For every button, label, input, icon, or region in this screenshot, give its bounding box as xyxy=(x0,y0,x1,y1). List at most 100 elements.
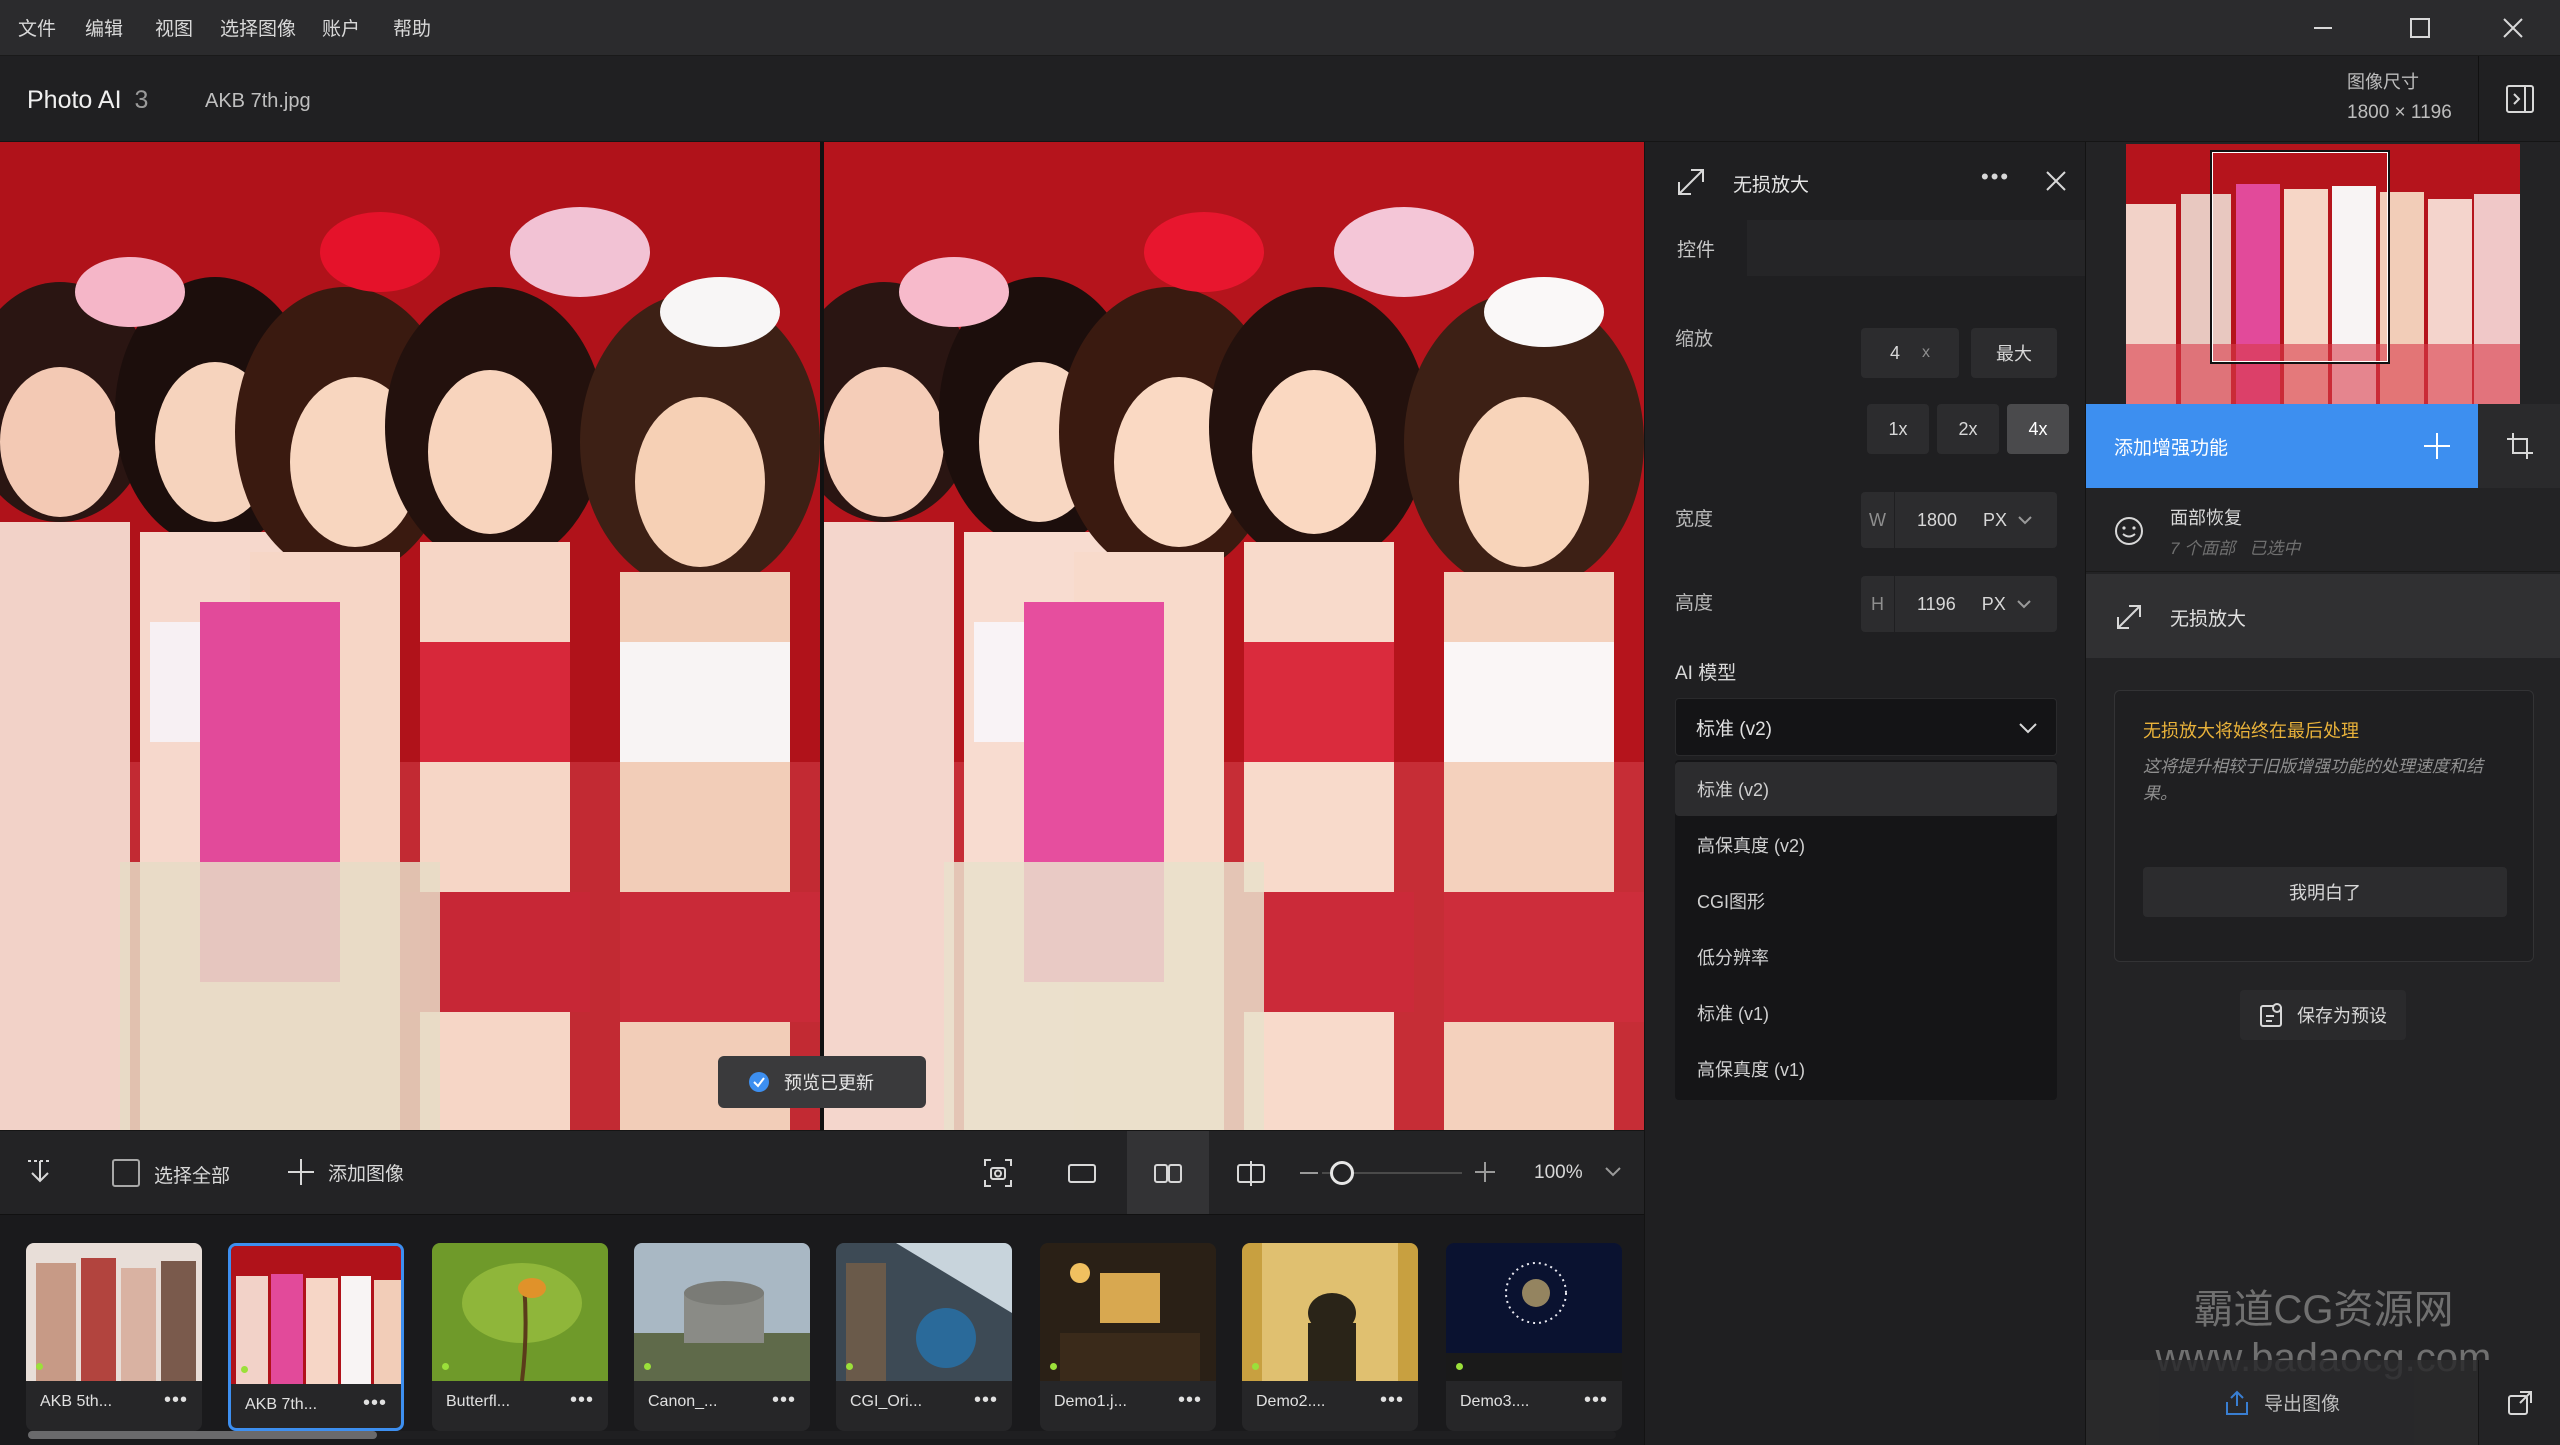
menu-file[interactable]: 文件 xyxy=(18,14,56,41)
zoom-out-icon[interactable] xyxy=(1300,1172,1318,1174)
max-scale-button[interactable]: 最大 xyxy=(1971,328,2057,378)
export-label: 导出图像 xyxy=(2263,1394,2340,1415)
thumbnail[interactable]: Demo1.j... ••• xyxy=(1040,1243,1216,1431)
more-options-icon[interactable]: ••• xyxy=(974,1389,998,1412)
face-recovery-item[interactable]: 面部恢复 7 个面部 已选中 xyxy=(2086,488,2560,572)
save-preset-button[interactable]: 保存为预设 xyxy=(2240,990,2406,1040)
thumbnail[interactable]: Canon_... ••• xyxy=(634,1243,810,1431)
chevron-down-icon xyxy=(2017,600,2031,609)
single-view-button[interactable] xyxy=(1066,1157,1098,1189)
close-icon xyxy=(2046,171,2066,191)
menu-select-image[interactable]: 选择图像 xyxy=(220,14,296,41)
zoom-level[interactable]: 100% xyxy=(1534,1162,1583,1184)
menu-view[interactable]: 视图 xyxy=(155,14,193,41)
menu-help[interactable]: 帮助 xyxy=(393,14,431,41)
ai-model-option[interactable]: 标准 (v1) xyxy=(1675,986,2057,1040)
maximize-button[interactable] xyxy=(2372,0,2467,56)
ai-model-option[interactable]: 高保真度 (v2) xyxy=(1675,818,2057,872)
ai-model-dropdown[interactable]: 标准 (v2) xyxy=(1675,698,2057,756)
upscale-item[interactable]: 无损放大 xyxy=(2086,574,2560,658)
more-options-icon[interactable]: ••• xyxy=(1584,1389,1608,1412)
select-all-label: 选择全部 xyxy=(154,1166,231,1187)
status-dot xyxy=(1252,1363,1259,1370)
image-viewer[interactable]: 预览已更新 xyxy=(0,142,1644,1130)
snapshot-button[interactable] xyxy=(982,1157,1014,1189)
more-options-icon[interactable]: ••• xyxy=(570,1389,594,1412)
ai-model-option[interactable]: 低分辨率 xyxy=(1675,930,2057,984)
check-circle-icon xyxy=(749,1072,769,1092)
thumbnail-selected[interactable]: AKB 7th... ••• xyxy=(228,1243,404,1431)
add-enhancement-button[interactable]: 添加增强功能 xyxy=(2086,404,2478,488)
menu-edit[interactable]: 编辑 xyxy=(85,14,123,41)
thumbnail-image xyxy=(1040,1243,1216,1381)
ai-model-option[interactable]: 标准 (v2) xyxy=(1675,762,2057,816)
thumbnail-image xyxy=(26,1243,202,1381)
width-prefix: W xyxy=(1861,492,1895,548)
more-options-icon[interactable]: ••• xyxy=(1178,1389,1202,1412)
close-window-button[interactable] xyxy=(2465,0,2560,56)
save-preset-label: 保存为预设 xyxy=(2297,1006,2387,1026)
status-dot xyxy=(442,1363,449,1370)
thumbnail[interactable]: AKB 5th... ••• xyxy=(26,1243,202,1431)
more-options-icon[interactable]: ••• xyxy=(164,1389,188,1412)
more-options-icon[interactable]: ••• xyxy=(363,1392,387,1415)
height-input[interactable]: H 1196 PX xyxy=(1861,576,2057,632)
compare-slider-icon xyxy=(1237,1161,1265,1186)
zoom-in-icon xyxy=(1475,1162,1495,1182)
thumbnail-image xyxy=(836,1243,1012,1381)
thumbnail[interactable]: Butterfl... ••• xyxy=(432,1243,608,1431)
crop-button[interactable] xyxy=(2478,404,2560,488)
ai-model-selected: 标准 (v2) xyxy=(1696,718,1773,740)
filmstrip: AKB 5th... ••• AKB 7th... ••• Butterfl..… xyxy=(0,1214,1644,1445)
side-by-side-icon xyxy=(1154,1164,1182,1183)
minimize-button[interactable] xyxy=(2275,0,2370,56)
ai-model-option[interactable]: CGI图形 xyxy=(1675,874,2057,928)
thumbnail-name: CGI_Ori... xyxy=(850,1393,923,1410)
status-dot xyxy=(1050,1363,1057,1370)
zoom-dropdown[interactable] xyxy=(1604,1165,1622,1179)
export-icon xyxy=(2225,1390,2248,1415)
add-image-button[interactable]: 添加图像 xyxy=(286,1157,404,1187)
more-options-icon[interactable]: ••• xyxy=(1380,1389,1404,1412)
width-input[interactable]: W 1800 PX xyxy=(1861,492,2057,548)
select-all-checkbox[interactable] xyxy=(112,1159,140,1187)
scale-input[interactable]: 4 x xyxy=(1861,328,1959,378)
ai-model-option[interactable]: 高保真度 (v1) xyxy=(1675,1042,2057,1096)
width-unit: PX xyxy=(1983,509,2008,530)
thumbnail[interactable]: Demo2.... ••• xyxy=(1242,1243,1418,1431)
notice-title: 无损放大将始终在最后处理 xyxy=(2143,721,2359,741)
preset-4x-button[interactable]: 4x xyxy=(2007,404,2069,454)
export-image-button[interactable]: 导出图像 xyxy=(2086,1360,2478,1445)
single-view-icon xyxy=(1068,1164,1096,1183)
import-button[interactable] xyxy=(24,1157,56,1189)
toggle-panel-button[interactable] xyxy=(2478,56,2560,142)
more-options-icon[interactable]: ••• xyxy=(1981,164,2010,190)
filmstrip-scrollbar-thumb[interactable] xyxy=(28,1431,378,1439)
preset-icon xyxy=(2260,1003,2282,1027)
compare-slider-view-button[interactable] xyxy=(1235,1157,1267,1189)
navigator-viewport[interactable] xyxy=(2210,150,2390,364)
thumbnail-name: Demo2.... xyxy=(1256,1393,1326,1410)
thumbnail[interactable]: Demo3.... ••• xyxy=(1446,1243,1622,1431)
got-it-button[interactable]: 我明白了 xyxy=(2143,867,2507,917)
preset-1x-button[interactable]: 1x xyxy=(1867,404,1929,454)
more-options-icon[interactable]: ••• xyxy=(772,1389,796,1412)
filmstrip-scrollbar-track[interactable] xyxy=(28,1431,1616,1439)
height-prefix: H xyxy=(1861,576,1895,632)
thumbnail[interactable]: CGI_Ori... ••• xyxy=(836,1243,1012,1431)
preset-2x-button[interactable]: 2x xyxy=(1937,404,1999,454)
split-view-button[interactable] xyxy=(1127,1131,1209,1215)
menu-account[interactable]: 账户 xyxy=(322,14,360,41)
zoom-slider-handle[interactable] xyxy=(1330,1161,1354,1185)
upscale-icon xyxy=(2117,605,2141,629)
zoom-in-button[interactable] xyxy=(1474,1161,1496,1183)
close-icon xyxy=(2502,18,2523,38)
export-settings-button[interactable] xyxy=(2478,1360,2560,1445)
navigator-preview[interactable] xyxy=(2126,144,2520,404)
close-panel-button[interactable] xyxy=(2045,170,2067,192)
face-recovery-title: 面部恢复 xyxy=(2170,508,2242,528)
tab-controls[interactable]: 控件 xyxy=(1645,220,1747,276)
width-label: 宽度 xyxy=(1675,509,1714,530)
face-icon xyxy=(2115,517,2143,545)
thumbnail-name: Canon_... xyxy=(648,1393,718,1410)
